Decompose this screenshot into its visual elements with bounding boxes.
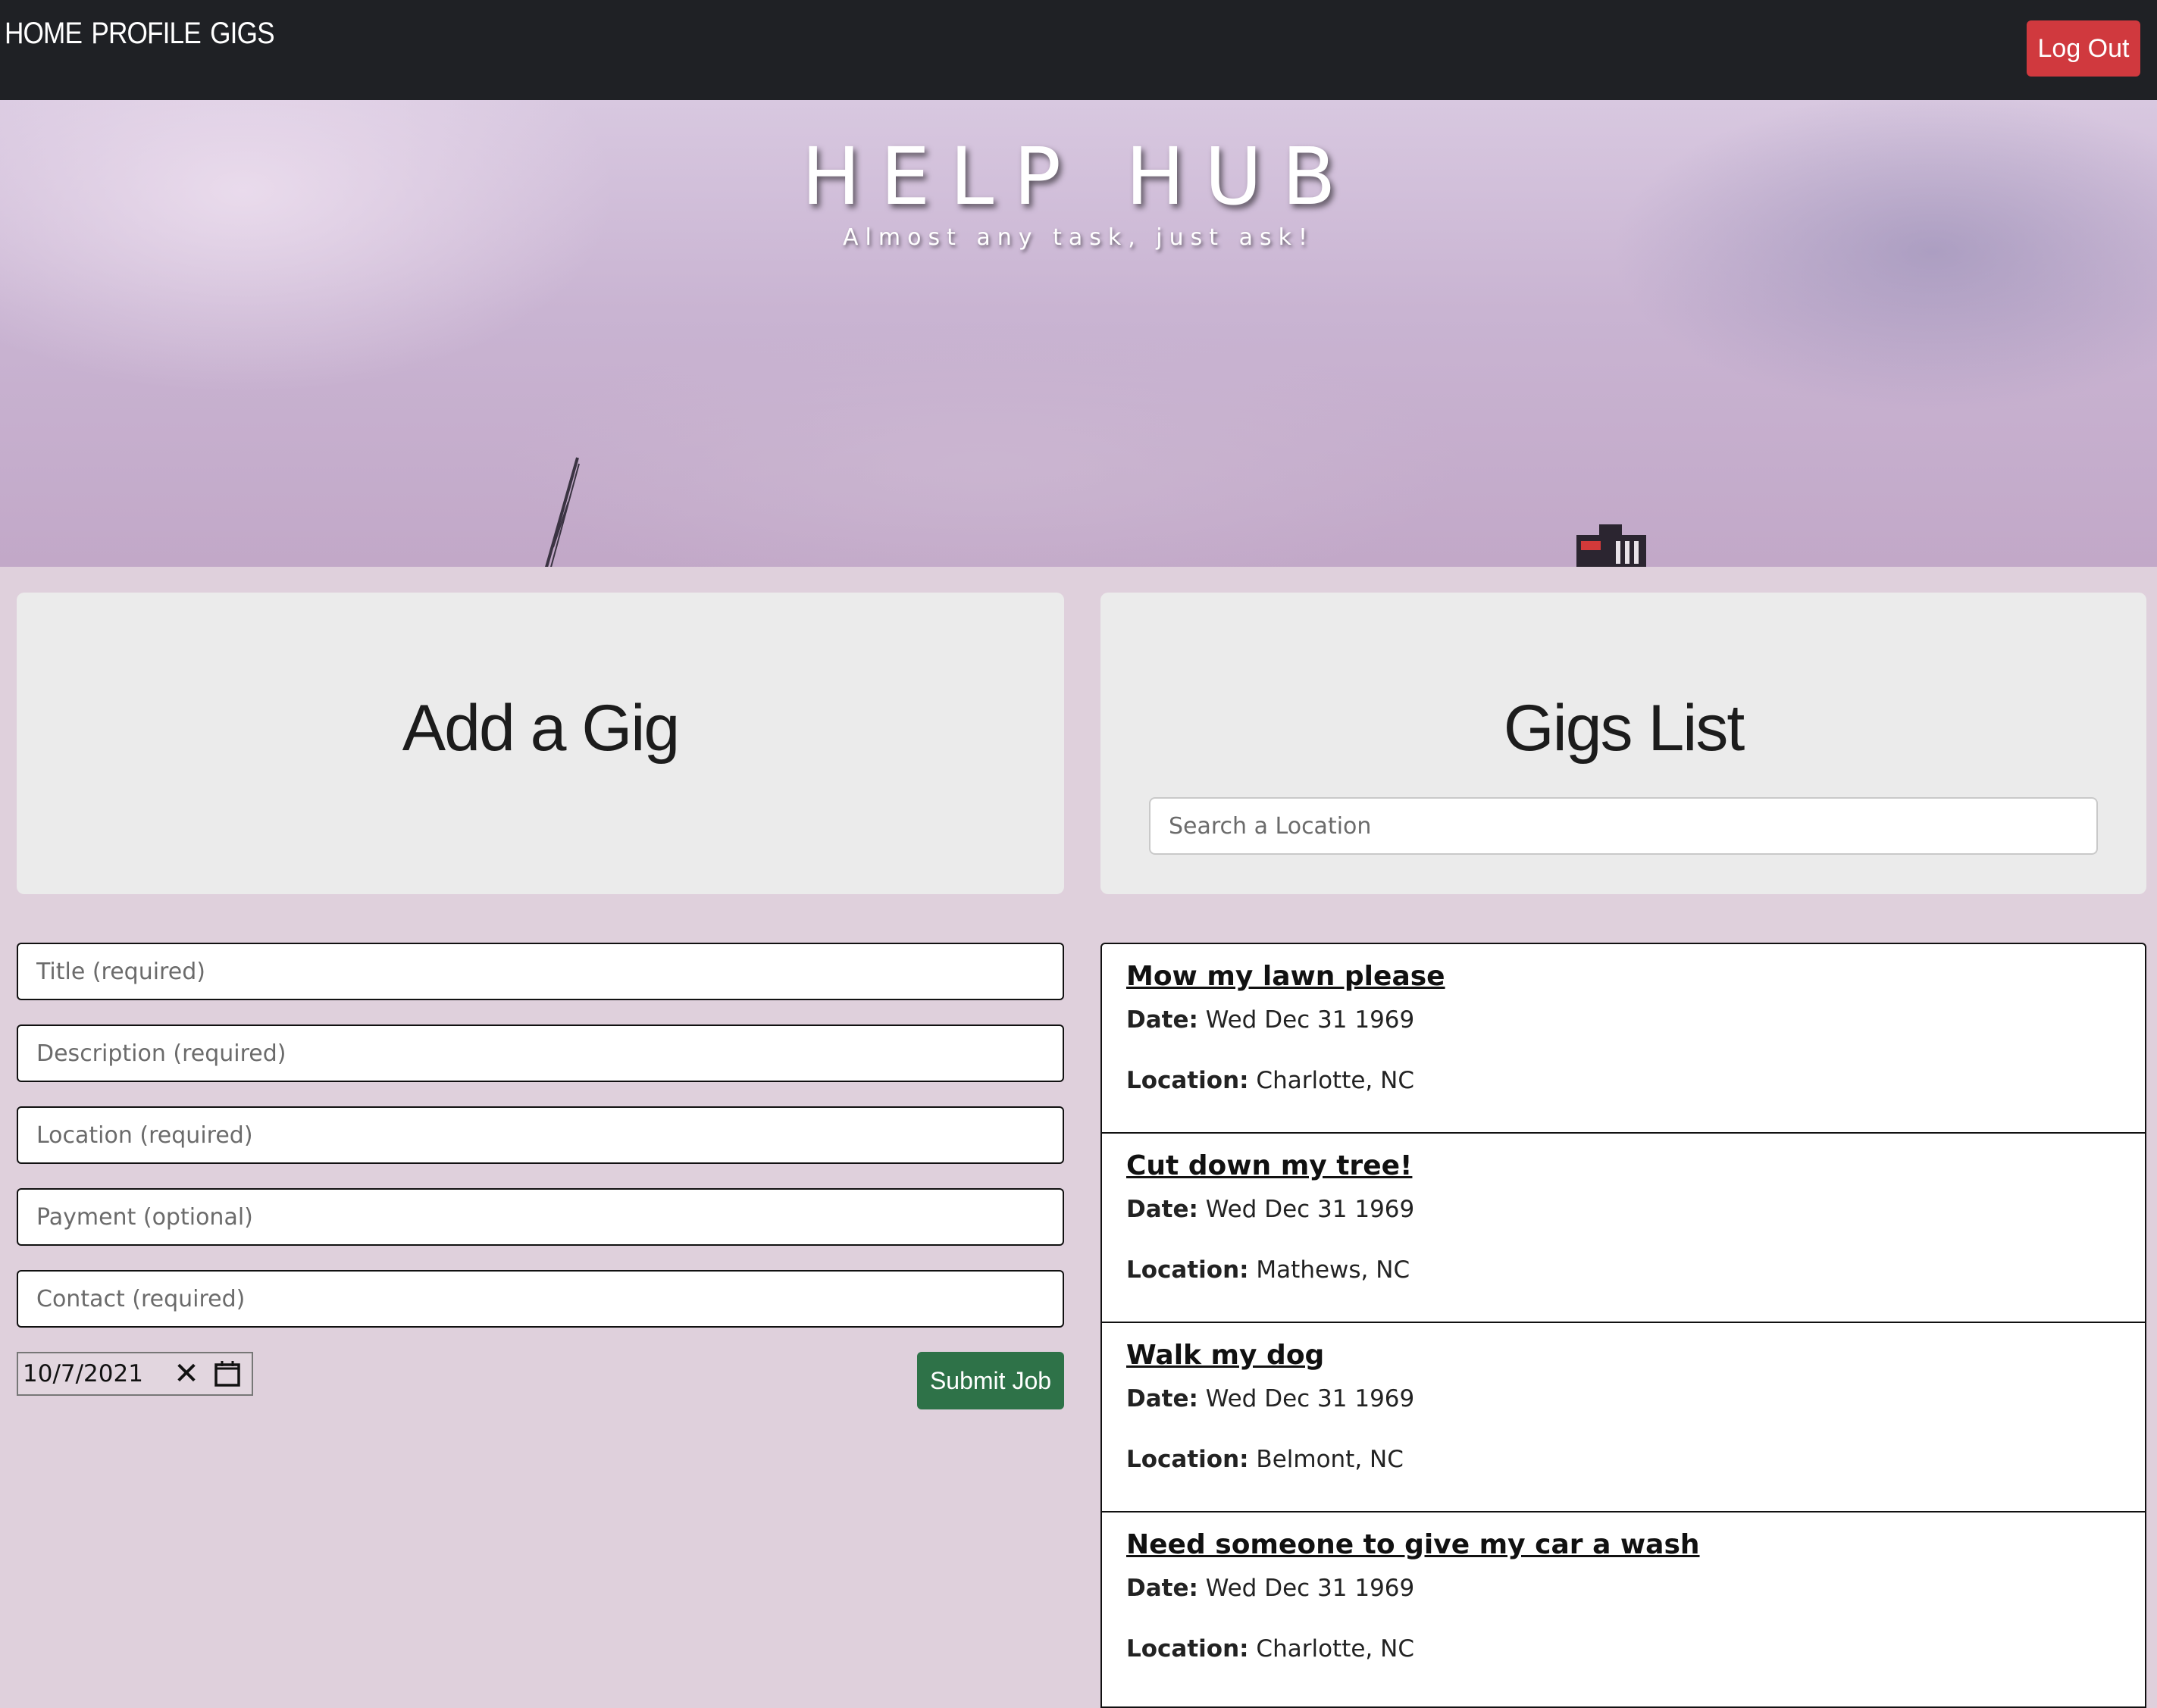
title-field[interactable] — [17, 943, 1064, 1000]
gig-date-value: Wed Dec 31 1969 — [1205, 1385, 1415, 1412]
building-top-silhouette — [1576, 524, 1646, 567]
description-field[interactable] — [17, 1024, 1064, 1082]
gig-card: Need someone to give my car a wash Date:… — [1102, 1512, 2145, 1702]
nav-link-home[interactable]: HOME — [5, 17, 83, 51]
logout-button[interactable]: Log Out — [2027, 20, 2140, 77]
location-field[interactable] — [17, 1106, 1064, 1164]
gig-location-value: Charlotte, NC — [1256, 1067, 1414, 1094]
gig-date: Date: Wed Dec 31 1969 — [1126, 1196, 1414, 1223]
gig-title-link[interactable]: Walk my dog — [1126, 1340, 1324, 1371]
top-navbar: HOME PROFILE GIGS Log Out — [0, 0, 2157, 100]
gig-date: Date: Wed Dec 31 1969 — [1126, 1575, 1414, 1602]
gig-date-label: Date: — [1126, 1575, 1198, 1602]
gig-card: Cut down my tree! Date: Wed Dec 31 1969 … — [1102, 1134, 2145, 1323]
gig-location-value: Belmont, NC — [1256, 1446, 1404, 1473]
gigs-list-panel: Gigs List — [1100, 593, 2146, 894]
hero-banner: HELP HUB Almost any task, just ask! — [0, 100, 2157, 567]
gig-date: Date: Wed Dec 31 1969 — [1126, 1006, 1414, 1034]
gig-card: Walk my dog Date: Wed Dec 31 1969 Locati… — [1102, 1323, 2145, 1512]
gig-title-link[interactable]: Need someone to give my car a wash — [1126, 1529, 1700, 1560]
crane-silhouette — [545, 457, 580, 567]
location-search-input[interactable] — [1149, 797, 2098, 855]
submit-job-button[interactable]: Submit Job — [917, 1352, 1064, 1409]
nav-link-gigs[interactable]: GIGS — [210, 17, 274, 51]
gig-location-label: Location: — [1126, 1256, 1249, 1284]
gig-location: Location: Belmont, NC — [1126, 1446, 1404, 1473]
hero-title: HELP HUB — [801, 130, 1356, 223]
gig-location-label: Location: — [1126, 1446, 1249, 1473]
gig-location: Location: Charlotte, NC — [1126, 1635, 1414, 1663]
date-value[interactable]: 10/7/2021 — [23, 1360, 167, 1387]
gig-date-value: Wed Dec 31 1969 — [1205, 1575, 1415, 1602]
date-picker-field[interactable]: 10/7/2021 ✕ — [17, 1352, 253, 1396]
gig-location-label: Location: — [1126, 1067, 1249, 1094]
add-gig-panel: Add a Gig — [17, 593, 1064, 894]
gig-location-value: Mathews, NC — [1256, 1256, 1410, 1284]
nav-link-profile[interactable]: PROFILE — [91, 17, 201, 51]
gig-card: Mow my lawn please Date: Wed Dec 31 1969… — [1102, 944, 2145, 1134]
gigs-list: Mow my lawn please Date: Wed Dec 31 1969… — [1100, 943, 2146, 1708]
close-icon[interactable]: ✕ — [167, 1356, 206, 1391]
gig-date-value: Wed Dec 31 1969 — [1205, 1006, 1415, 1034]
gig-location-value: Charlotte, NC — [1256, 1635, 1414, 1663]
gig-date-label: Date: — [1126, 1196, 1198, 1223]
gigs-list-heading: Gigs List — [1503, 692, 1745, 765]
gig-location-label: Location: — [1126, 1635, 1249, 1663]
contact-field[interactable] — [17, 1270, 1064, 1328]
gig-title-link[interactable]: Mow my lawn please — [1126, 961, 1445, 992]
hero-subtitle: Almost any task, just ask! — [843, 224, 1314, 251]
gig-date: Date: Wed Dec 31 1969 — [1126, 1385, 1414, 1412]
add-gig-heading: Add a Gig — [402, 692, 680, 765]
gig-title-link[interactable]: Cut down my tree! — [1126, 1150, 1412, 1181]
calendar-icon[interactable] — [206, 1360, 249, 1387]
gig-date-value: Wed Dec 31 1969 — [1205, 1196, 1415, 1223]
gig-location: Location: Charlotte, NC — [1126, 1067, 1414, 1094]
gig-date-label: Date: — [1126, 1006, 1198, 1034]
gig-location: Location: Mathews, NC — [1126, 1256, 1410, 1284]
nav-links: HOME PROFILE GIGS — [5, 17, 275, 51]
gig-date-label: Date: — [1126, 1385, 1198, 1412]
payment-field[interactable] — [17, 1188, 1064, 1246]
